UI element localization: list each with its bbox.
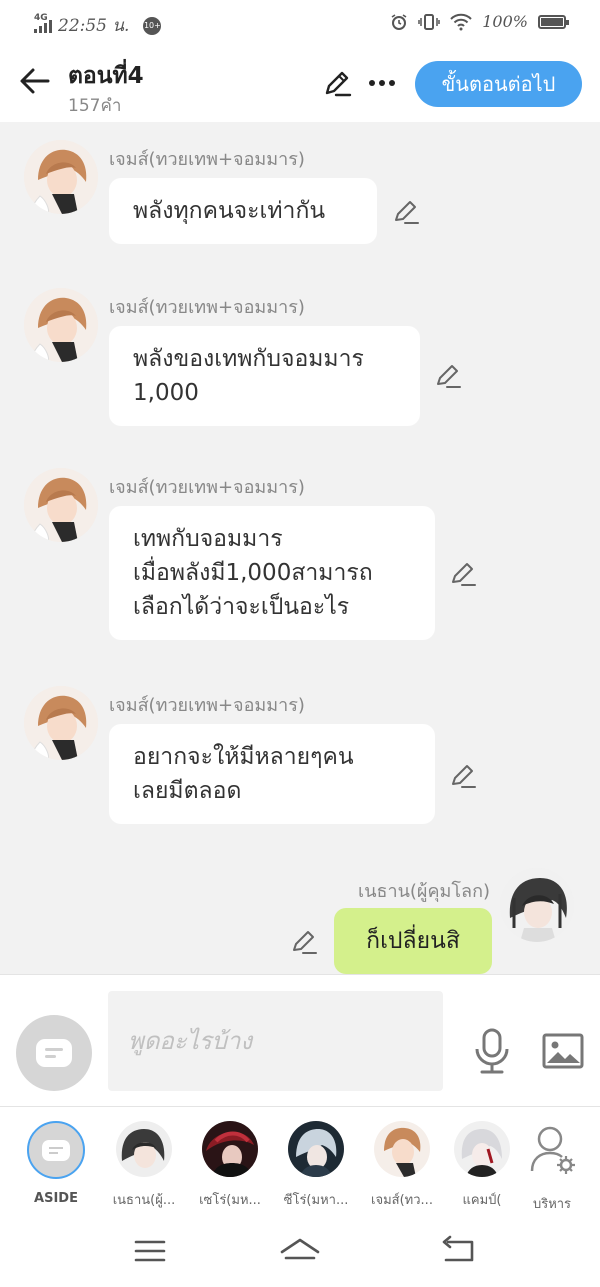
home-icon[interactable] xyxy=(280,1234,320,1268)
edit-message-icon[interactable] xyxy=(290,928,318,956)
character-zero-1[interactable]: เซโร่(มห... xyxy=(188,1121,272,1210)
character-zero-2[interactable]: ซีโร่(มหา... xyxy=(274,1121,358,1210)
image-icon[interactable] xyxy=(542,1033,584,1069)
sender-name: เจมส์(ทวยเทพ+จอมมาร) xyxy=(109,695,305,716)
character-selector-bar: ASIDE เนธาน(ผู้... เซโร่(มห... ซีโร่(มหา… xyxy=(0,1106,600,1218)
next-step-button[interactable]: ขั้นตอนต่อไป xyxy=(415,61,582,107)
vibrate-icon xyxy=(418,13,440,30)
alarm-icon xyxy=(391,13,407,30)
sender-name: เจมส์(ทวยเทพ+จอมมาร) xyxy=(109,149,305,170)
character-avatar xyxy=(454,1121,510,1177)
character-label: เนธาน(ผู้... xyxy=(112,1193,176,1208)
user-settings-icon xyxy=(530,1126,575,1174)
header: ตอนที่4 157คำ ขั้นตอนต่อไป xyxy=(0,48,600,122)
message-bubble[interactable]: พลังทุกคนจะเท่ากัน xyxy=(109,178,377,244)
character-label: เจมส์(ทว... xyxy=(371,1193,433,1208)
sender-name: เจมส์(ทวยเทพ+จอมมาร) xyxy=(109,477,305,498)
character-label: เซโร่(มห... xyxy=(199,1193,261,1208)
message-bubble[interactable]: พลังของเทพกับจอมมาร 1,000 xyxy=(109,326,420,426)
character-avatar[interactable] xyxy=(24,140,98,214)
edit-message-icon[interactable] xyxy=(392,198,420,226)
character-nathan[interactable]: เนธาน(ผู้... xyxy=(102,1121,186,1210)
character-avatar[interactable] xyxy=(24,468,98,542)
character-avatar[interactable] xyxy=(24,288,98,362)
word-count: 157คำ xyxy=(68,96,122,116)
character-aside[interactable]: ASIDE xyxy=(14,1121,98,1206)
message-bubble[interactable]: เทพกับจอมมาร เมื่อพลังมี1,000สามารถ เลือ… xyxy=(109,506,435,640)
battery-percent: 100% xyxy=(482,12,528,31)
chat-bubble-icon xyxy=(42,1139,70,1161)
character-avatar xyxy=(374,1121,430,1177)
chat-bubble-icon xyxy=(36,1039,72,1067)
microphone-icon[interactable] xyxy=(472,1027,512,1075)
edit-message-icon[interactable] xyxy=(449,560,477,588)
wifi-icon xyxy=(450,13,472,30)
notification-badge: 10+ xyxy=(143,16,162,35)
menu-icon[interactable] xyxy=(130,1234,170,1268)
character-avatar xyxy=(288,1121,344,1177)
message-input[interactable] xyxy=(108,991,443,1091)
aside-avatar xyxy=(27,1121,85,1179)
more-options-icon[interactable] xyxy=(366,68,398,98)
character-avatar[interactable] xyxy=(500,868,574,942)
character-label: ซีโร่(มหา... xyxy=(283,1193,349,1208)
signal-icon: 4G xyxy=(34,13,52,33)
system-nav-bar xyxy=(0,1218,600,1287)
edit-pencil-icon[interactable] xyxy=(322,68,352,98)
status-bar: 4G 22:55 น. 10+ 100% xyxy=(0,0,600,48)
character-label: บริหาร xyxy=(532,1197,572,1212)
sender-name: เจมส์(ทวยเทพ+จอมมาร) xyxy=(109,297,305,318)
character-james[interactable]: เจมส์(ทว... xyxy=(360,1121,444,1210)
character-label: ASIDE xyxy=(34,1191,78,1206)
edit-message-icon[interactable] xyxy=(449,762,477,790)
manage-characters-button[interactable]: บริหาร xyxy=(510,1121,594,1214)
back-arrow-icon[interactable] xyxy=(18,64,52,98)
character-avatar[interactable] xyxy=(24,686,98,760)
character-avatar xyxy=(116,1121,172,1177)
back-nav-icon[interactable] xyxy=(438,1234,478,1268)
message-input-bar xyxy=(0,974,600,1106)
message-bubble[interactable]: อยากจะให้มีหลายๆคน เลยมีตลอด xyxy=(109,724,435,824)
page-title: ตอนที่4 xyxy=(68,63,144,89)
message-bubble[interactable]: ก็เปลี่ยนสิ xyxy=(334,908,492,974)
sender-name: เนธาน(ผู้คุมโลก) xyxy=(358,881,490,902)
chat-area[interactable]: เจมส์(ทวยเทพ+จอมมาร) พลังทุกคนจะเท่ากัน … xyxy=(0,122,600,974)
battery-icon xyxy=(538,14,569,29)
edit-message-icon[interactable] xyxy=(434,362,462,390)
aside-toggle-button[interactable] xyxy=(16,1015,92,1091)
character-avatar xyxy=(202,1121,258,1177)
status-time: 22:55 น. xyxy=(58,16,130,36)
